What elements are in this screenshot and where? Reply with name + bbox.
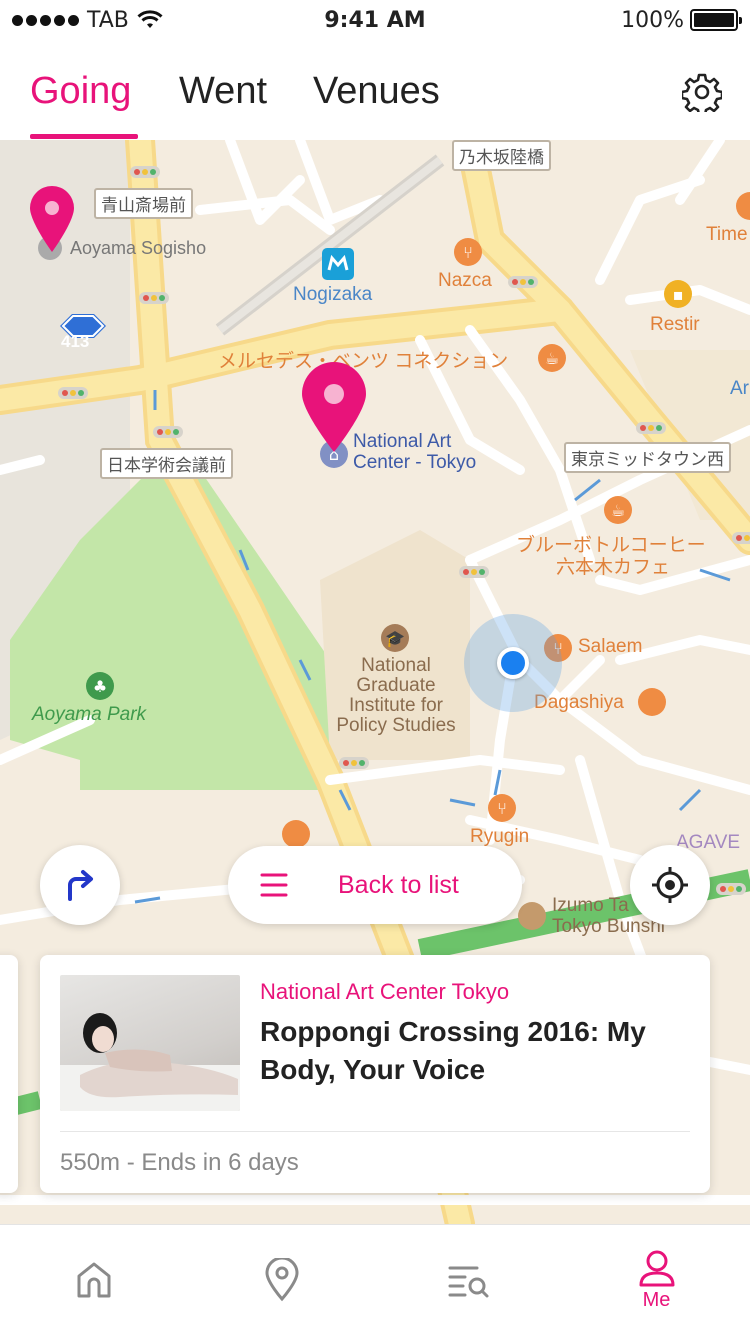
shopping-bag-icon: ▪	[664, 280, 692, 308]
map-label-aoyama-park: Aoyama Park	[32, 704, 147, 725]
map-label-nazca: Nazca	[438, 270, 492, 291]
coffee-cup-icon: ☕	[538, 344, 566, 372]
map-view[interactable]: 413 乃木坂陸橋 青山斎場前 日本学術会議前 東京ミッドタウン西 Aoyama…	[0, 140, 750, 1224]
status-left: TAB	[12, 8, 163, 33]
map-sign-nihon-gakujutsu: 日本学術会議前	[100, 448, 233, 479]
carrier-label: TAB	[87, 7, 129, 33]
map-label-ar: Ar	[730, 378, 749, 399]
event-thumbnail	[60, 975, 240, 1111]
tab-venues[interactable]: Venues	[313, 70, 440, 113]
map-sign-nogizaka-rikkyo: 乃木坂陸橋	[452, 140, 551, 171]
bottom-tab-bar: Me	[0, 1224, 750, 1334]
map-pin-icon	[264, 1258, 299, 1302]
subway-station-icon	[322, 248, 354, 280]
status-bar: TAB 9:41 AM 100%	[0, 0, 750, 40]
tabbar-search-list[interactable]	[375, 1225, 562, 1334]
map-label-grips-4: Policy Studies	[336, 715, 456, 736]
map-label-izumo-2: Tokyo Bunshi	[552, 916, 666, 937]
park-tree-icon: ♣	[86, 672, 114, 700]
current-location-dot	[497, 647, 529, 679]
route-413-label: 413	[61, 332, 90, 351]
event-card[interactable]: National Art Center Tokyo Roppongi Cross…	[40, 955, 710, 1193]
map-pin-icon[interactable]	[28, 184, 76, 254]
event-title: Roppongi Crossing 2016: My Body, Your Vo…	[260, 1016, 646, 1085]
tabbar-home[interactable]	[0, 1225, 187, 1334]
tab-going[interactable]: Going	[30, 70, 131, 113]
map-label-grips-3: Institute for	[349, 695, 443, 716]
map-label-grips-2: Graduate	[356, 675, 436, 696]
top-navigation: Going Went Venues	[0, 40, 750, 140]
back-to-list-button[interactable]: Back to list	[228, 846, 522, 924]
tabbar-map[interactable]	[188, 1225, 375, 1334]
graduation-cap-icon: 🎓	[381, 624, 409, 652]
map-label-salaem: Salaem	[578, 636, 643, 657]
event-distance-ends: 550m - Ends in 6 days	[60, 1149, 299, 1176]
wifi-icon	[137, 10, 163, 28]
map-label-time: Time	[706, 224, 748, 245]
map-label-grips: National Graduate Institute for Policy S…	[330, 656, 462, 736]
back-to-list-label: Back to list	[338, 870, 459, 899]
home-icon	[77, 1262, 110, 1298]
list-search-icon	[448, 1266, 488, 1298]
list-menu-icon	[260, 873, 288, 897]
event-venue: National Art Center Tokyo	[260, 979, 510, 1004]
gear-icon[interactable]	[682, 72, 722, 112]
map-label-ryugin: Ryugin	[470, 826, 530, 847]
restaurant-icon	[282, 820, 310, 848]
tabbar-me[interactable]: Me	[563, 1225, 750, 1334]
map-label-grips-1: National	[361, 655, 431, 676]
battery-icon	[690, 9, 742, 31]
map-label-restir: Restir	[650, 314, 700, 335]
battery-percent: 100%	[621, 7, 684, 33]
directions-button[interactable]	[40, 845, 120, 925]
map-label-blue-bottle-2: 六本木カフェ	[556, 557, 671, 578]
restaurant-icon: ⑂	[488, 794, 516, 822]
crosshair-icon	[652, 867, 688, 903]
status-right: 100%	[621, 7, 742, 33]
locate-me-button[interactable]	[630, 845, 710, 925]
map-label-national-art-2: Center - Tokyo	[353, 452, 477, 473]
person-icon	[639, 1250, 674, 1286]
selected-map-pin-icon[interactable]	[300, 362, 368, 454]
map-sign-tokyo-midtown: 東京ミッドタウン西	[564, 442, 731, 473]
signal-dots-icon	[12, 14, 79, 26]
map-label-izumo-1: Izumo Ta	[552, 895, 629, 916]
tabbar-me-label: Me	[642, 1288, 671, 1311]
map-sign-aoyama-saijo: 青山斎場前	[94, 188, 193, 219]
coffee-cup-icon: ☕	[604, 496, 632, 524]
map-label-nogizaka: Nogizaka	[293, 284, 373, 305]
bar-icon	[638, 688, 666, 716]
restaurant-icon: ⑂	[454, 238, 482, 266]
active-tab-indicator	[30, 134, 138, 139]
map-label-aoyama-sogisho: Aoyama Sogisho	[70, 238, 207, 258]
cookie-icon	[518, 902, 546, 930]
turn-right-arrow-icon	[68, 870, 93, 901]
card-divider	[60, 1131, 690, 1132]
tab-went[interactable]: Went	[179, 70, 267, 113]
previous-card-peek[interactable]	[0, 955, 18, 1193]
